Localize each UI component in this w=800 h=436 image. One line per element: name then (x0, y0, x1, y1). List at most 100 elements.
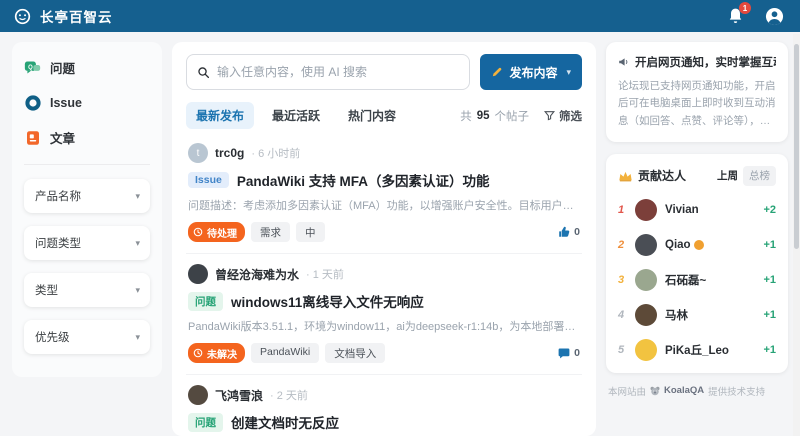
brand[interactable]: 长亭百智云 (14, 6, 113, 26)
filter-label: 类型 (35, 282, 58, 298)
filter-select-priority[interactable]: 优先级 ▾ (24, 320, 150, 354)
sidebar-item-questions[interactable]: Q 问题 (24, 58, 150, 77)
tab-latest[interactable]: 最新发布 (186, 102, 254, 129)
user-avatar-button[interactable] (765, 7, 784, 26)
contributor-row[interactable]: 5 PiKa丘_Leo +1 (618, 339, 776, 361)
contributor-avatar[interactable] (635, 304, 657, 326)
post-title-row: 问题 windows11离线导入文件无响应 (188, 291, 580, 311)
contributor-row[interactable]: 2 Qiao +1 (618, 234, 776, 256)
contributor-name[interactable]: 石砳磊~ (665, 272, 706, 288)
post-excerpt: 问题描述：考虑添加多因素认证（MFA）功能，以增强账户安全性。目标用户：所有使用… (188, 197, 580, 213)
notification-bell-button[interactable]: 1 (727, 7, 745, 25)
sidebar-item-issue[interactable]: Issue (24, 94, 150, 111)
post-item[interactable]: 飞鸿雪浪 · 2 天前 问题 创建文档时无反应 刚安装的pandawiki开源版… (186, 375, 582, 436)
post-tag[interactable]: 文档导入 (325, 343, 385, 363)
article-doc-icon (24, 129, 41, 146)
contributor-rank: 5 (618, 344, 627, 356)
tab-recently-active[interactable]: 最近活跃 (262, 102, 330, 129)
contributors-title: 贡献达人 (638, 167, 686, 184)
clock-icon (193, 227, 203, 237)
pencil-icon (491, 66, 503, 78)
post-author-avatar[interactable] (188, 264, 208, 284)
post-type-badge[interactable]: 问题 (188, 413, 223, 432)
site-title: 长亭百智云 (40, 6, 113, 26)
post-item[interactable]: t trc0g · 6 小时前 Issue PandaWiki 支持 MFA（多… (186, 133, 582, 254)
contributor-name[interactable]: Vivian (665, 204, 699, 216)
chevron-down-icon: ▾ (566, 67, 571, 78)
post-author-avatar[interactable] (188, 385, 208, 405)
contributor-avatar[interactable] (635, 269, 657, 291)
clock-icon (193, 348, 203, 358)
sidebar-item-label: 问题 (50, 58, 75, 77)
search-row: 发布内容 ▾ (186, 54, 582, 90)
footer-brand[interactable]: KoalaQA (664, 385, 704, 396)
contributor-rank: 4 (618, 309, 627, 321)
page-scrollbar-thumb[interactable] (794, 44, 799, 249)
left-sidebar: Q 问题 Issue 文章 产品名称 ▾ (12, 42, 162, 377)
contributors-list: 1 Vivian +2 2 Qiao +1 3 石砳磊~ +1 4 马林 +1 (618, 199, 776, 361)
contributor-row[interactable]: 1 Vivian +2 (618, 199, 776, 221)
filter-select-product[interactable]: 产品名称 ▾ (24, 179, 150, 213)
search-box[interactable] (186, 54, 470, 90)
sidebar-divider (24, 164, 150, 165)
post-metric[interactable]: 0 (558, 347, 580, 359)
tab-popular[interactable]: 热门内容 (338, 102, 406, 129)
metric-count: 0 (574, 347, 580, 359)
footer-prefix: 本网站由 (608, 384, 646, 398)
contributor-avatar[interactable] (635, 339, 657, 361)
publish-content-button[interactable]: 发布内容 ▾ (480, 54, 582, 90)
notification-badge: 1 (739, 2, 751, 14)
post-list: t trc0g · 6 小时前 Issue PandaWiki 支持 MFA（多… (186, 133, 582, 436)
post-title[interactable]: 创建文档时无反应 (231, 412, 339, 432)
tab-last-week[interactable]: 上周 (717, 168, 738, 183)
post-count-suffix: 个帖子 (495, 108, 530, 124)
contributor-name[interactable]: Qiao (665, 239, 704, 251)
contributor-avatar[interactable] (635, 199, 657, 221)
metric-count: 0 (574, 226, 580, 238)
contributor-row[interactable]: 3 石砳磊~ +1 (618, 269, 776, 291)
post-tag[interactable]: PandaWiki (251, 343, 319, 363)
search-input[interactable] (217, 65, 459, 79)
post-title[interactable]: windows11离线导入文件无响应 (231, 291, 424, 311)
notification-promo-card[interactable]: 开启网页通知，实时掌握互动信… 论坛现已支持网页通知功能，开启后可在电脑桌面上即… (606, 42, 788, 142)
post-type-badge[interactable]: 问题 (188, 292, 223, 311)
contributor-name-text: 石砳磊~ (665, 272, 706, 288)
post-tag[interactable]: 中 (296, 222, 325, 242)
post-count: 95 (477, 110, 490, 122)
contributor-row[interactable]: 4 马林 +1 (618, 304, 776, 326)
post-type-badge[interactable]: Issue (188, 172, 229, 188)
post-author-name[interactable]: 曾经沧海难为水 (215, 266, 299, 283)
filter-label: 问题类型 (35, 235, 81, 251)
post-footer: 待处理 需求中 0 (188, 222, 580, 242)
post-status-badge: 未解决 (188, 343, 245, 363)
post-author-avatar[interactable]: t (188, 143, 208, 163)
contributor-name[interactable]: PiKa丘_Leo (665, 342, 729, 358)
post-title[interactable]: PandaWiki 支持 MFA（多因素认证）功能 (237, 170, 490, 190)
post-author-name[interactable]: 飞鸿雪浪 (215, 387, 263, 404)
post-tag[interactable]: 需求 (251, 222, 290, 242)
notice-title-row: 开启网页通知，实时掌握互动信… (618, 54, 776, 70)
main-content: 发布内容 ▾ 最新发布 最近活跃 热门内容 共 95 个帖子 筛选 (172, 42, 596, 436)
contributors-card: 贡献达人 上周 总榜 1 Vivian +2 2 Qiao +1 3 (606, 154, 788, 373)
post-author-name[interactable]: trc0g (215, 146, 244, 160)
tabs-right: 共 95 个帖子 筛选 (460, 108, 582, 124)
sidebar-item-label: 文章 (50, 128, 75, 147)
post-excerpt: PandaWiki版本3.51.1，环境为window11，ai为deepsee… (188, 318, 580, 334)
contributors-tabs: 上周 总榜 (717, 166, 776, 186)
sidebar-item-articles[interactable]: 文章 (24, 128, 150, 147)
post-item[interactable]: 曾经沧海难为水 · 1 天前 问题 windows11离线导入文件无响应 Pan… (186, 254, 582, 375)
post-metric[interactable]: 0 (558, 226, 580, 238)
funnel-icon (544, 110, 555, 121)
filter-select-question-type[interactable]: 问题类型 ▾ (24, 226, 150, 260)
notice-body: 论坛现已支持网页通知功能，开启后可在电脑桌面上即时收到互动消息（如回答、点赞、评… (618, 78, 776, 130)
tab-all-time[interactable]: 总榜 (743, 166, 776, 186)
post-status-label: 待处理 (207, 225, 237, 240)
filter-select-type[interactable]: 类型 ▾ (24, 273, 150, 307)
contributor-name[interactable]: 马林 (665, 307, 688, 323)
contributor-avatar[interactable] (635, 234, 657, 256)
question-chat-icon: Q (24, 59, 41, 76)
chevron-down-icon: ▾ (135, 191, 140, 202)
contributor-medal-icon (694, 240, 704, 250)
filter-button[interactable]: 筛选 (544, 108, 582, 124)
search-icon (197, 66, 210, 79)
